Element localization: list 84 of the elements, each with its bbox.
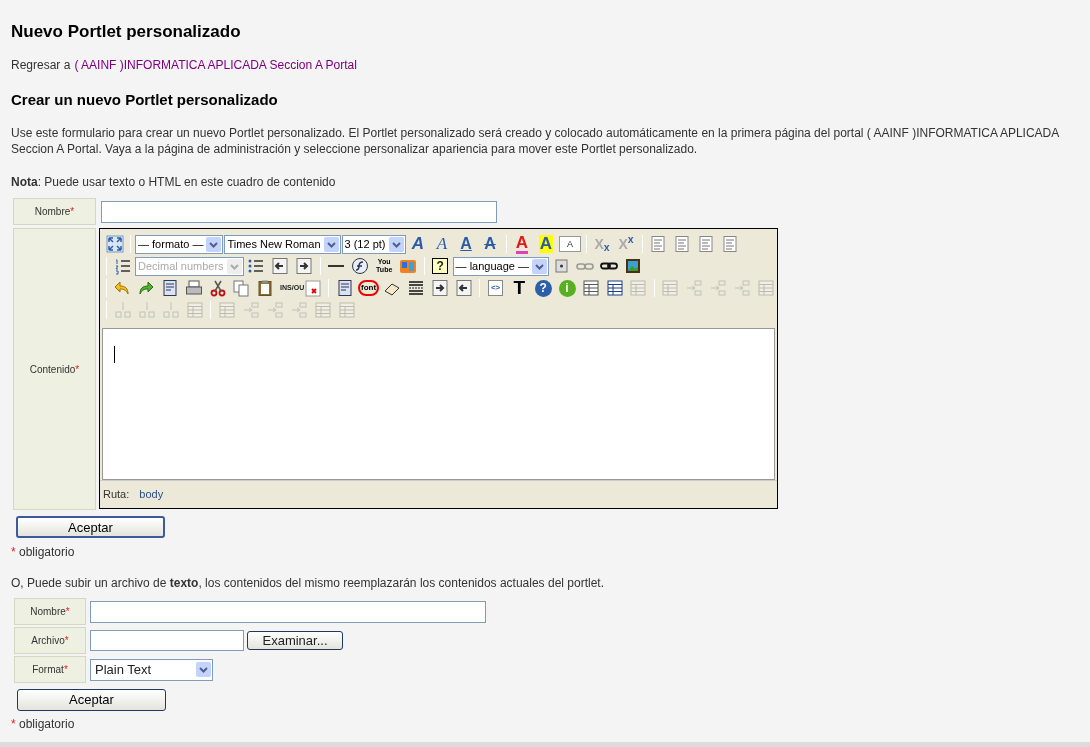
numbered-list-icon (113, 257, 132, 275)
small-box-icon (552, 257, 571, 275)
column-after-icon (137, 301, 156, 319)
toolbar-dropdown[interactable]: — formato — (135, 234, 224, 254)
toolbar-dropdown[interactable]: Times New Roman (224, 234, 341, 254)
picture-icon (624, 257, 643, 275)
table-cells-icon (337, 301, 356, 319)
help-bubble-button[interactable]: ? (428, 255, 452, 277)
table-row-icon (661, 279, 680, 297)
outdent-icon (454, 279, 473, 297)
text-cursor (114, 346, 115, 363)
field-label: Format* (14, 656, 86, 683)
name-input[interactable] (90, 600, 486, 623)
horizontal-line-icon (328, 265, 345, 267)
format-select[interactable]: Plain Text (90, 658, 213, 681)
printer-icon (184, 279, 203, 297)
row-delete-icon (289, 301, 308, 319)
required-note: * obligatorio (11, 544, 76, 560)
file-path-input[interactable] (90, 630, 244, 651)
undo-icon (113, 279, 132, 297)
toolbar-dropdown[interactable]: — language — (452, 256, 549, 276)
delete-box-icon (303, 279, 322, 297)
align-center-icon (673, 235, 691, 253)
browse-button[interactable]: Examinar... (247, 631, 343, 650)
fullscreen-icon (105, 235, 124, 253)
name-input[interactable] (101, 200, 497, 223)
fullscreen-button[interactable] (103, 233, 126, 255)
required-note: * obligatorio (11, 716, 76, 732)
outdent-icon (271, 257, 290, 275)
bold-button[interactable]: A (406, 233, 430, 255)
table-row-icon (185, 301, 204, 319)
accept-button[interactable]: Aceptar (17, 688, 166, 711)
intro-text: Use este formulario para crear un nuevo Portlet personalizado. El Portlet personalizado será creado y colocado automáticamente en la primera página del portal ( AAINF )INFORMATICA APLICADA Seccion A Portal. Vaya a la página de administración y seleccione personalizar apariencia para mover este Portlet personalizado. (11, 125, 1060, 157)
bullet-list-icon (247, 257, 266, 275)
note-text: Nota: Puede usar texto o HTML en este cuadro de contenido (11, 174, 337, 190)
text-style-button[interactable]: T (508, 277, 531, 299)
field-label: Archivo* (14, 627, 86, 654)
table-grid-icon (605, 279, 624, 297)
text-color-button[interactable]: A (510, 233, 534, 255)
upload-intro-text: O, Puede subir un archivo de texto, los contenidos del mismo reemplazarán los contenidos actuales del portlet. (11, 575, 605, 591)
toolbar-dropdown[interactable]: 3 (12 pt) (341, 234, 406, 254)
indent-icon (430, 279, 449, 297)
remove-font-button[interactable]: font (357, 277, 380, 299)
link-prefix: Regresar a (11, 57, 71, 73)
italic-button[interactable]: A (430, 233, 454, 255)
table-cells-icon (629, 279, 648, 297)
field-label: Nombre* (13, 198, 96, 225)
row-delete-icon (732, 279, 751, 297)
field-label: Nombre* (14, 598, 86, 625)
clipboard-icon (256, 279, 275, 297)
superscript-button[interactable]: X$^{x}$ (614, 233, 638, 255)
page-title: Nuevo Portlet personalizado (11, 21, 242, 43)
section-title: Crear un nuevo Portlet personalizado (11, 90, 279, 110)
table-cells-icon (756, 279, 775, 297)
document-icon (161, 279, 180, 297)
table-icon (581, 279, 600, 297)
justify-icon (721, 235, 739, 253)
accept-button[interactable]: Aceptar (16, 516, 165, 538)
table-cells-icon (217, 301, 236, 319)
copy-icon (232, 279, 251, 297)
strikethrough-button[interactable]: A (478, 233, 502, 255)
path-link[interactable]: body (139, 486, 164, 503)
table-row-icon (313, 301, 332, 319)
subscript-button[interactable]: X$_{x}$ (590, 233, 614, 255)
media-icon (399, 257, 418, 275)
style-button[interactable]: A (558, 233, 582, 255)
align-left-icon (649, 235, 667, 253)
row-after-icon (708, 279, 727, 297)
redo-icon (137, 279, 156, 297)
path-label: Ruta: (103, 487, 130, 503)
underline-button[interactable]: A (454, 233, 478, 255)
column-before-icon (113, 301, 132, 319)
indent-icon (295, 257, 314, 275)
scissors-icon (208, 279, 227, 297)
row-before-icon (241, 301, 260, 319)
circle-f-icon (351, 257, 370, 275)
align-right-icon (697, 235, 715, 253)
portal-link[interactable]: ( AAINF )INFORMATICA APLICADA Seccion A Portal (74, 57, 357, 73)
document-icon (335, 279, 354, 297)
column-delete-icon (161, 301, 180, 319)
row-before-icon (685, 279, 704, 297)
page-break-icon (407, 279, 426, 297)
row-after-icon (265, 301, 284, 319)
field-label: Contenido* (13, 228, 96, 510)
